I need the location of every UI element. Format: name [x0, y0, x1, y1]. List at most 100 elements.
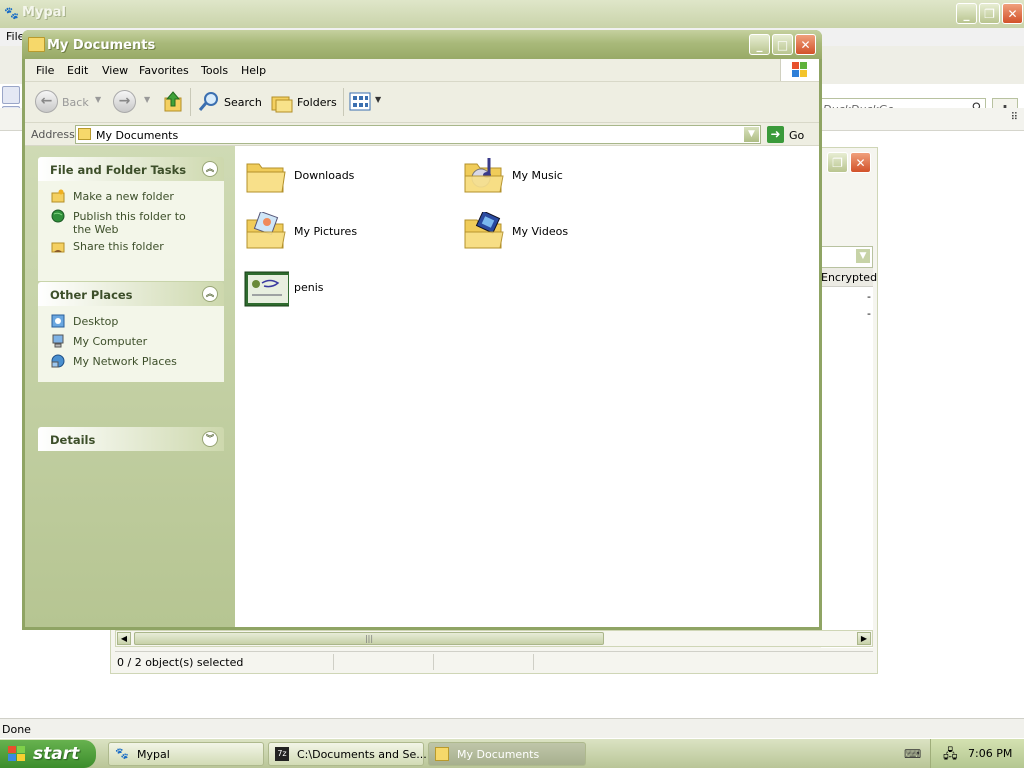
search-button[interactable]: Search: [224, 96, 262, 109]
folders-icon[interactable]: [270, 90, 294, 114]
other-places-panel: Other Places ︽ Desktop My Computer My Ne…: [38, 282, 224, 382]
scrollbar-thumb[interactable]: |||: [134, 632, 604, 645]
forward-dropdown-icon[interactable]: ▼: [144, 95, 150, 104]
address-bar: Address My Documents ▼ ➜ Go: [25, 123, 819, 146]
list-item: -: [867, 290, 871, 303]
folders-button[interactable]: Folders: [297, 96, 337, 109]
maximize-button[interactable]: □: [772, 34, 793, 55]
file-item-my-pictures[interactable]: My Pictures: [241, 208, 441, 256]
horizontal-scrollbar[interactable]: ◀ ||| ▶: [115, 630, 873, 647]
file-item-penis[interactable]: penis: [241, 264, 441, 312]
task-share-folder[interactable]: Share this folder: [38, 237, 224, 257]
taskbar-item-7zip[interactable]: 7z C:\Documents and Se...: [268, 742, 427, 766]
up-folder-icon[interactable]: [163, 90, 185, 114]
chevron-up-icon[interactable]: ︽: [202, 161, 218, 177]
background-address-box[interactable]: ▼: [819, 246, 873, 268]
browser-restore-button[interactable]: ❐: [979, 3, 1000, 24]
views-dropdown-icon[interactable]: ▼: [375, 95, 381, 104]
file-item-my-videos[interactable]: My Videos: [459, 208, 659, 256]
browser-minimize-button[interactable]: _: [956, 3, 977, 24]
search-icon[interactable]: [197, 90, 221, 114]
details-header[interactable]: Details ︾: [38, 427, 224, 451]
start-button[interactable]: start: [0, 740, 96, 768]
go-arrow-icon: ➜: [767, 126, 784, 143]
clock[interactable]: 7:06 PM: [968, 747, 1012, 760]
chevron-up-icon[interactable]: ︽: [202, 286, 218, 302]
bookmark-icon[interactable]: [2, 86, 20, 104]
menu-help[interactable]: Help: [241, 64, 266, 77]
scroll-left-icon[interactable]: ◀: [117, 632, 131, 645]
browser-close-button[interactable]: ✕: [1002, 3, 1023, 24]
browser-status-text: Done: [2, 723, 31, 736]
task-publish-to-web[interactable]: Publish this folder to the Web: [38, 207, 224, 237]
window-body: File Edit View Favorites Tools Help ← Ba…: [25, 59, 819, 627]
computer-icon: [52, 334, 64, 348]
network-tray-icon[interactable]: 🖧: [943, 745, 958, 767]
standard-toolbar: ← Back ▼ → ▼ Search Folders ▼: [25, 82, 819, 123]
toolbar-divider: [343, 88, 344, 116]
chevron-down-icon[interactable]: ▼: [856, 249, 870, 263]
menu-view[interactable]: View: [102, 64, 128, 77]
place-my-computer[interactable]: My Computer: [38, 332, 224, 352]
other-places-header[interactable]: Other Places ︽: [38, 282, 224, 306]
system-tray: 🖧 7:06 PM: [930, 739, 1024, 768]
browser-title: Mypal: [22, 5, 66, 20]
music-folder-icon: [464, 158, 504, 193]
task-make-new-folder[interactable]: Make a new folder: [38, 187, 224, 207]
browser-title-bar[interactable]: 🐾 Mypal _ ❐ ✕: [0, 0, 1024, 28]
status-divider: [333, 654, 334, 670]
pictures-folder-icon: [246, 212, 286, 249]
folder-icon: [246, 163, 286, 193]
file-folder-tasks-header[interactable]: File and Folder Tasks ︽: [38, 157, 224, 181]
mypal-app-icon: 🐾: [115, 747, 129, 760]
certificate-file-icon: [244, 271, 289, 307]
my-documents-icon: [78, 128, 91, 140]
background-status-bar: 0 / 2 object(s) selected: [115, 651, 873, 672]
window-title-bar[interactable]: My Documents _ □ ✕: [22, 30, 822, 59]
close-button[interactable]: ✕: [795, 34, 816, 55]
windows-logo-icon: [780, 59, 819, 81]
network-icon: [51, 354, 65, 368]
background-file-list: Encrypted - -: [821, 268, 877, 648]
menu-edit[interactable]: Edit: [67, 64, 88, 77]
toolbar-divider: [190, 88, 191, 116]
menu-bar: File Edit View Favorites Tools Help: [25, 59, 819, 82]
scroll-right-icon[interactable]: ▶: [857, 632, 871, 645]
place-my-network-places[interactable]: My Network Places: [38, 352, 224, 372]
grip-icon[interactable]: ⠿: [1011, 112, 1018, 123]
keyboard-icon[interactable]: ⌨: [904, 747, 921, 761]
status-divider: [533, 654, 534, 670]
new-folder-icon: [51, 189, 65, 203]
chevron-down-icon[interactable]: ▼: [744, 127, 759, 142]
background-close-button[interactable]: ✕: [850, 152, 871, 173]
taskbar-item-mypal[interactable]: 🐾 Mypal: [108, 742, 264, 766]
address-input[interactable]: My Documents ▼: [75, 125, 761, 144]
menu-file[interactable]: File: [36, 64, 54, 77]
chevron-down-icon[interactable]: ︾: [202, 431, 218, 447]
back-button[interactable]: Back: [62, 96, 89, 109]
file-item-downloads[interactable]: Downloads: [241, 152, 441, 200]
list-item: -: [867, 307, 871, 320]
globe-icon: [51, 209, 65, 223]
go-button[interactable]: ➜ Go: [767, 126, 815, 143]
details-panel: Details ︾: [38, 427, 224, 451]
status-divider: [433, 654, 434, 670]
folder-icon: [435, 747, 449, 761]
menu-favorites[interactable]: Favorites: [139, 64, 189, 77]
background-maximize-button[interactable]: ❐: [827, 152, 848, 173]
other-places-body: Desktop My Computer My Network Places: [38, 306, 224, 382]
file-folder-tasks-panel: File and Folder Tasks ︽ Make a new folde…: [38, 157, 224, 281]
file-item-my-music[interactable]: My Music: [459, 152, 659, 200]
taskbar-item-my-documents[interactable]: My Documents: [428, 742, 586, 766]
address-value: My Documents: [96, 129, 179, 142]
views-icon[interactable]: [349, 90, 373, 114]
back-arrow-icon[interactable]: ←: [35, 90, 58, 113]
column-header-encrypted[interactable]: Encrypted: [821, 268, 877, 287]
menu-tools[interactable]: Tools: [201, 64, 228, 77]
my-documents-window[interactable]: My Documents _ □ ✕ File Edit View Favori…: [22, 30, 822, 630]
minimize-button[interactable]: _: [749, 34, 770, 55]
forward-arrow-icon[interactable]: →: [113, 90, 136, 113]
selection-status: 0 / 2 object(s) selected: [117, 656, 244, 669]
place-desktop[interactable]: Desktop: [38, 312, 224, 332]
back-dropdown-icon[interactable]: ▼: [95, 95, 101, 104]
